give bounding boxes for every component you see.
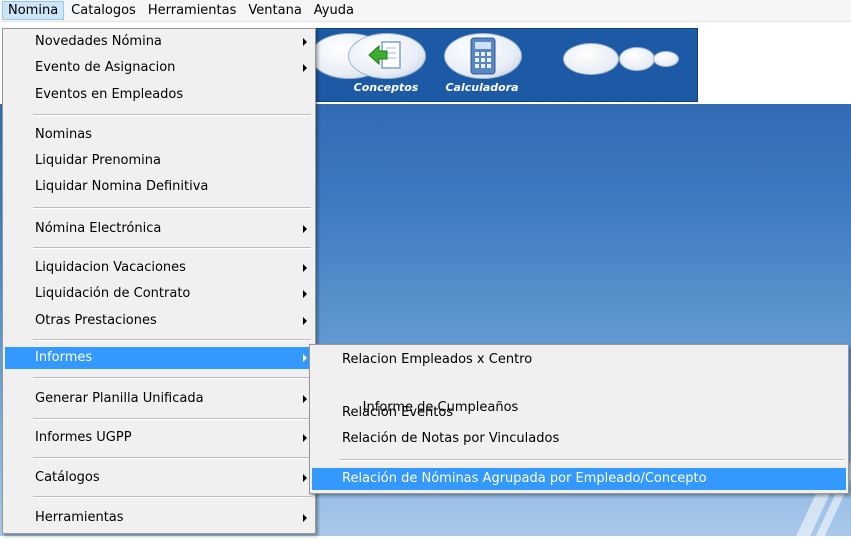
submenu-arrow-icon [303, 225, 307, 233]
toolbar: Conceptos Calculadora [300, 28, 698, 102]
menu-separator [33, 496, 311, 498]
submenu-arrow-icon [303, 395, 307, 403]
menu-herramientas[interactable]: Herramientas [143, 1, 242, 20]
submenu-arrow-icon [303, 434, 307, 442]
menu-bar: Nomina Catalogos Herramientas Ventana Ay… [0, 0, 851, 22]
informes-submenu: Relacion Empleados x Centro Informe de C… [309, 344, 849, 494]
submenu-arrow-icon [303, 474, 307, 482]
menu-catalogos[interactable]: Catalogos [66, 1, 141, 20]
menu-item-label: Liquidar Nomina Definitiva [35, 179, 209, 194]
submenu-arrow-icon [303, 514, 307, 522]
menu-item-label: Relación de Notas por Vinculados [342, 431, 560, 446]
menu-item-liquidar-prenomina[interactable]: Liquidar Prenomina [5, 150, 313, 172]
menu-item-label: Liquidacion Vacaciones [35, 260, 186, 275]
menu-separator [33, 418, 311, 420]
menu-item-eventos-empleados[interactable]: Eventos en Empleados [5, 84, 313, 106]
menu-item-label: Nominas [35, 127, 92, 142]
menu-item-liquidacion-vacaciones[interactable]: Liquidacion Vacaciones [5, 257, 313, 279]
calculadora-button[interactable]: Calculadora [439, 31, 525, 97]
submenu-arrow-icon [303, 264, 307, 272]
menu-item-label: Evento de Asignacion [35, 60, 176, 75]
submenu-arrow-icon [303, 317, 307, 325]
menu-separator [33, 247, 311, 249]
menu-item-otras-prestaciones[interactable]: Otras Prestaciones [5, 310, 313, 332]
menu-item-herramientas[interactable]: Herramientas [5, 507, 313, 529]
conceptos-icon [368, 41, 401, 69]
menu-item-generar-planilla-unificada[interactable]: Generar Planilla Unificada [5, 388, 313, 410]
submenu-item-relacion-empleados-centro[interactable]: Relacion Empleados x Centro [312, 349, 846, 371]
menu-separator [33, 339, 311, 341]
submenu-item-informe-cumpleanos[interactable]: Informe de Cumpleaños [312, 375, 846, 415]
menu-item-nominas[interactable]: Nominas [5, 124, 313, 146]
menu-item-label: Otras Prestaciones [35, 313, 157, 328]
menu-separator [33, 207, 311, 209]
submenu-arrow-icon [303, 290, 307, 298]
conceptos-button[interactable]: Conceptos [343, 31, 429, 97]
menu-item-label: Generar Planilla Unificada [35, 391, 204, 406]
submenu-arrow-icon [303, 64, 307, 72]
submenu-arrow-icon [303, 38, 307, 46]
submenu-item-relacion-nominas-agrupada[interactable]: Relación de Nóminas Agrupada por Emplead… [312, 468, 846, 490]
menu-separator [33, 457, 311, 459]
conceptos-label: Conceptos [353, 81, 419, 94]
menu-ventana[interactable]: Ventana [243, 1, 306, 20]
submenu-item-relacion-eventos[interactable]: Relacion Eventos [312, 402, 846, 424]
toolbar-blank-button-1[interactable] [563, 43, 619, 75]
menu-item-informes-ugpp[interactable]: Informes UGPP [5, 427, 313, 449]
menu-item-novedades-nomina[interactable]: Novedades Nómina [5, 31, 313, 53]
menu-separator [33, 114, 311, 116]
menu-item-liquidar-nomina-definitiva[interactable]: Liquidar Nomina Definitiva [5, 176, 313, 198]
menu-item-label: Catálogos [35, 470, 100, 485]
menu-item-label: Informes UGPP [35, 430, 132, 445]
menu-item-label: Informes [35, 350, 93, 365]
menu-item-label: Nómina Electrónica [35, 221, 162, 236]
menu-separator [33, 377, 311, 379]
menu-item-label: Relacion Eventos [342, 405, 454, 420]
menu-item-evento-asignacion[interactable]: Evento de Asignacion [5, 57, 313, 79]
menu-item-label: Liquidar Prenomina [35, 153, 161, 168]
nomina-dropdown-menu: Novedades Nómina Evento de Asignacion Ev… [2, 28, 316, 534]
menu-item-label: Liquidación de Contrato [35, 286, 191, 301]
menu-item-informes[interactable]: Informes [5, 347, 313, 369]
menu-item-label: Relación de Nóminas Agrupada por Emplead… [342, 471, 707, 486]
submenu-arrow-icon [303, 354, 307, 362]
calculadora-label: Calculadora [445, 81, 519, 94]
menu-nomina[interactable]: Nomina [2, 1, 65, 20]
toolbar-blank-button-2[interactable] [619, 47, 655, 71]
menu-item-catalogos[interactable]: Catálogos [5, 467, 313, 489]
menu-item-label: Relacion Empleados x Centro [342, 352, 533, 367]
submenu-item-relacion-notas-vinculados[interactable]: Relación de Notas por Vinculados [312, 428, 846, 450]
menu-ayuda[interactable]: Ayuda [309, 1, 359, 20]
menu-item-label: Herramientas [35, 510, 124, 525]
menu-item-label: Novedades Nómina [35, 34, 162, 49]
menu-item-nomina-electronica[interactable]: Nómina Electrónica [5, 218, 313, 240]
menu-item-liquidacion-contrato[interactable]: Liquidación de Contrato [5, 283, 313, 305]
toolbar-blank-button-3[interactable] [653, 51, 679, 67]
calculator-icon [470, 37, 496, 75]
menu-item-label: Eventos en Empleados [35, 87, 184, 102]
menu-separator [340, 459, 844, 461]
